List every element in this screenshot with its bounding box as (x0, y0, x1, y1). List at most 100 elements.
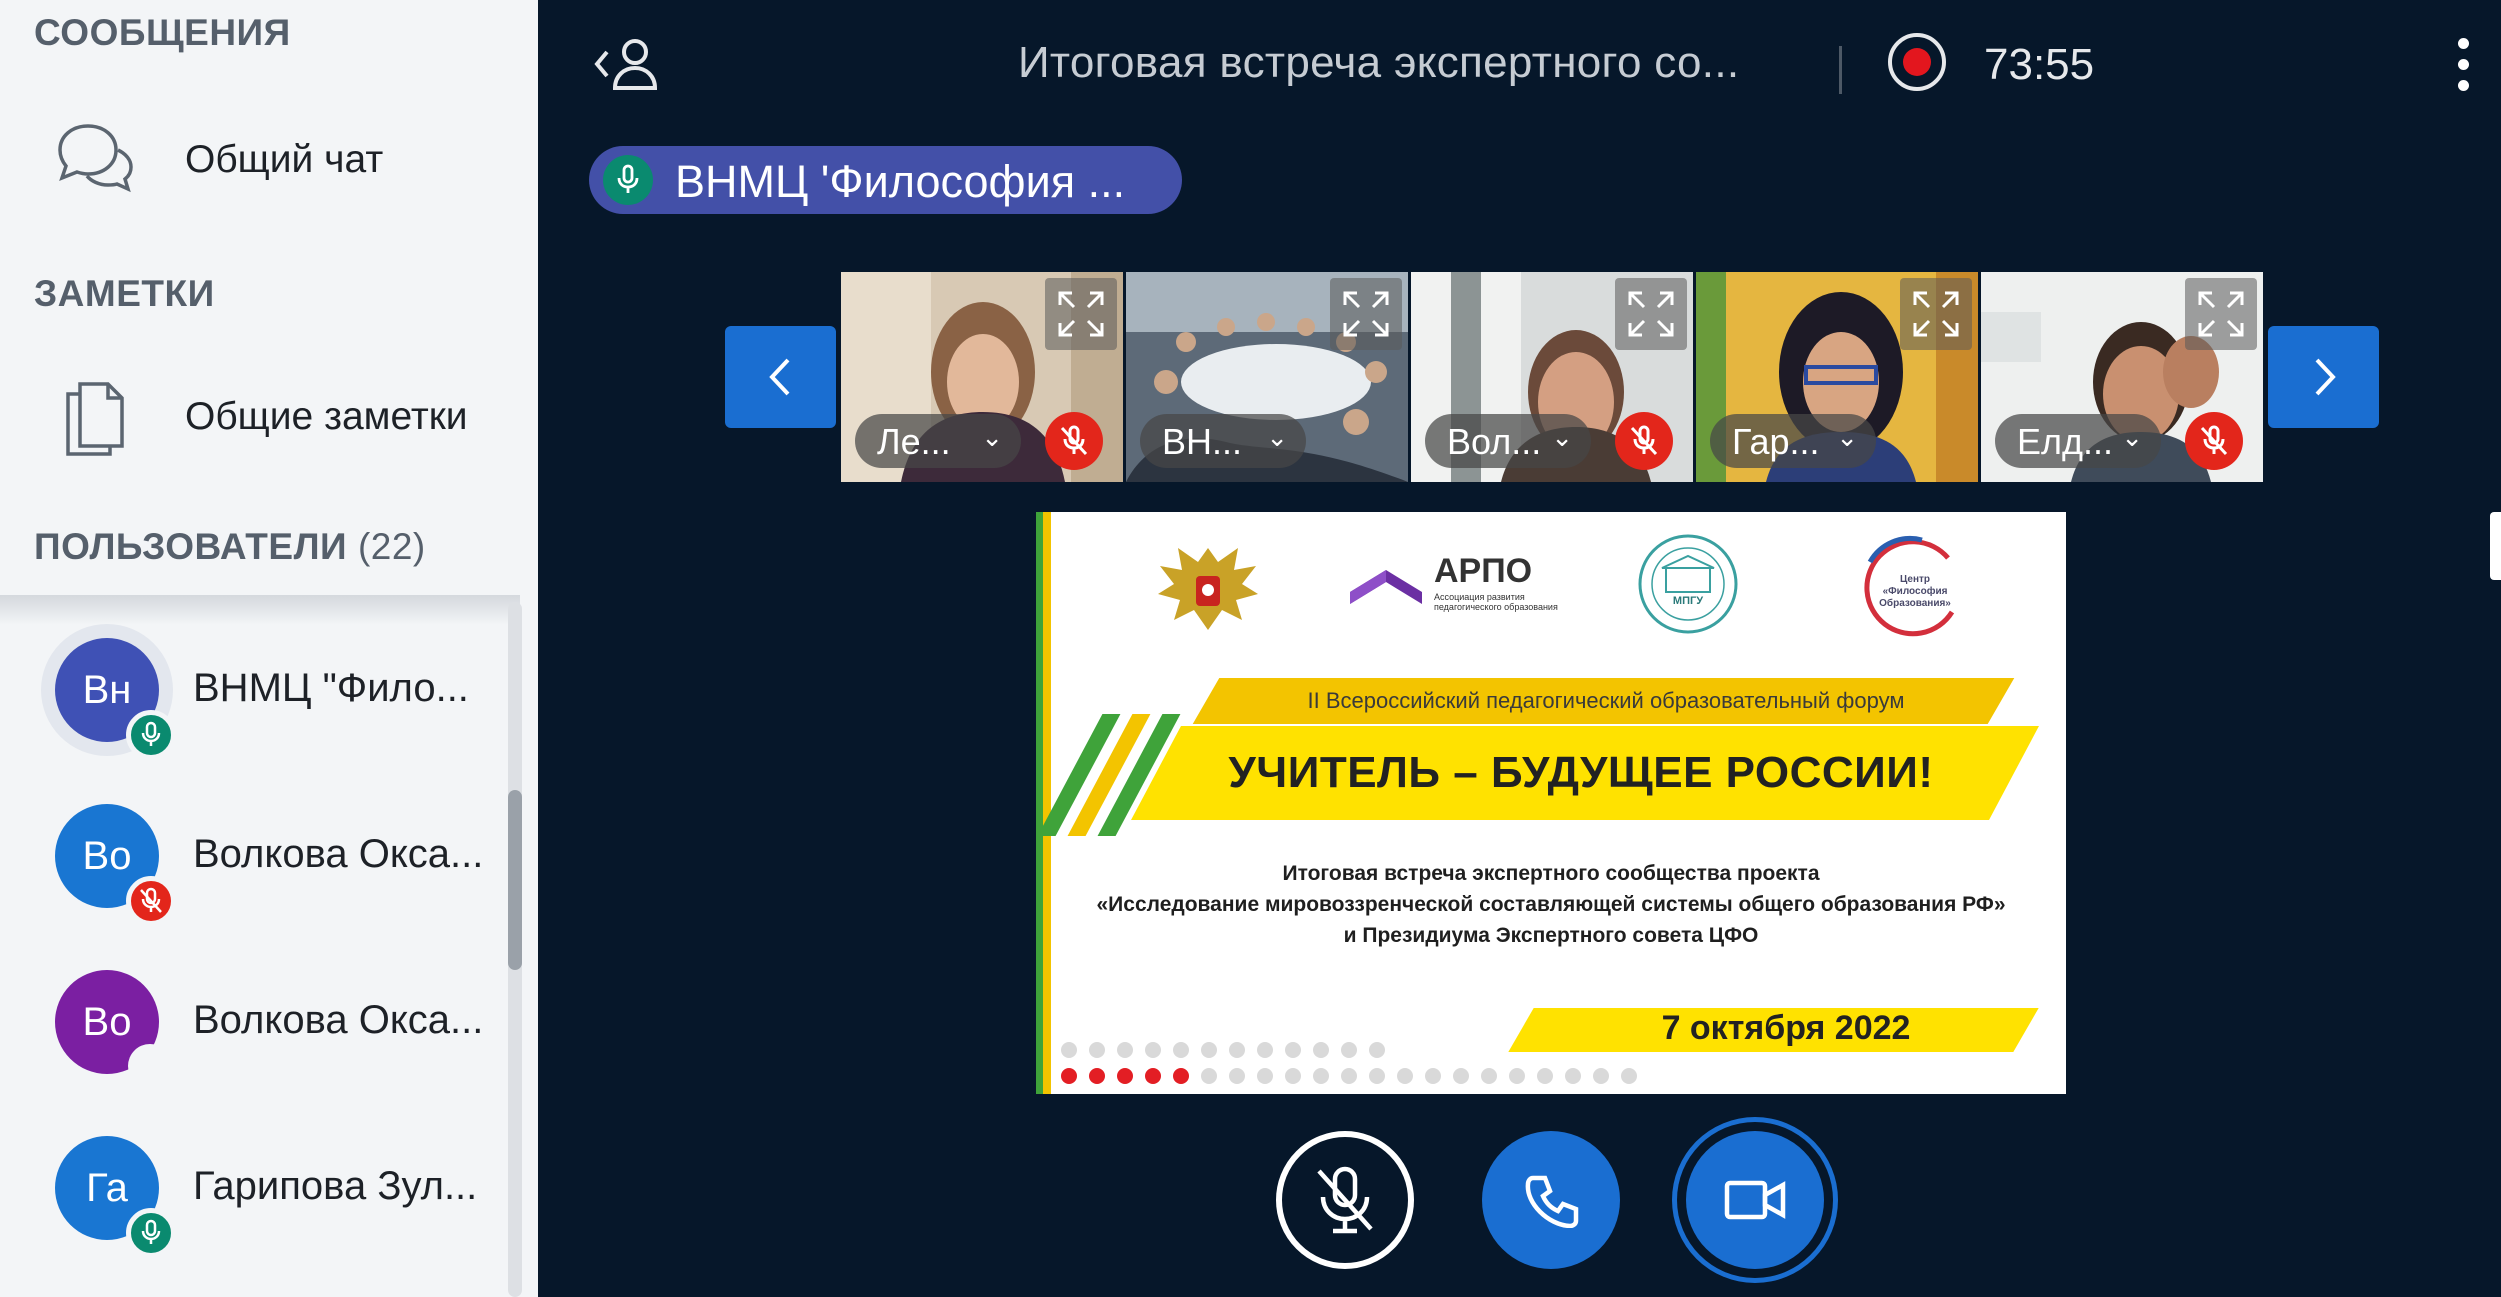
decor-dots (1051, 1042, 1651, 1092)
chevron-down-icon: ⌄ (1836, 422, 1858, 452)
decor-dot (1117, 1042, 1133, 1058)
more-options-icon[interactable] (2453, 38, 2473, 94)
user-name: Волкова Окса... (193, 998, 484, 1042)
decor-dot (1257, 1068, 1273, 1084)
chevron-right-icon (2315, 358, 2336, 396)
user-name: Гарипова Зул... (193, 1164, 478, 1208)
previous-video-button[interactable] (725, 326, 836, 428)
slide-accent-stripe (1043, 512, 1051, 1094)
decor-dot (1621, 1068, 1637, 1084)
video-tile[interactable]: Елд... ⌄ (1981, 272, 2263, 482)
user-name: Волкова Окса... (193, 832, 484, 876)
video-tile[interactable]: Ле... ⌄ (841, 272, 1123, 482)
fullscreen-icon[interactable] (1330, 278, 1402, 350)
shared-notes-label: Общие заметки (185, 395, 468, 438)
user-name: ВНМЦ "Фило... (193, 666, 469, 710)
avatar-initials: Во (82, 999, 132, 1044)
decor-dot (1229, 1042, 1245, 1058)
next-video-button[interactable] (2268, 326, 2379, 428)
decor-dot (1201, 1042, 1217, 1058)
notes-section-title: ЗАМЕТКИ (34, 273, 215, 314)
participant-name: Ле... (877, 421, 951, 462)
decor-dot (1593, 1068, 1609, 1084)
mic-muted-icon (1045, 412, 1103, 470)
arpo-logo: АРПО Ассоциация развития педагогического… (1346, 552, 1576, 632)
avatar-initials: Во (82, 833, 132, 878)
decor-dot (1425, 1068, 1441, 1084)
mic-muted-icon (126, 876, 176, 926)
decor-dot (1369, 1068, 1385, 1084)
presentation-slide: АРПО Ассоциация развития педагогического… (1036, 512, 2066, 1094)
decor-dot (1061, 1042, 1077, 1058)
public-chat-label: Общий чат (185, 138, 384, 181)
decor-dot (1285, 1042, 1301, 1058)
participant-name-menu[interactable]: Гар... ⌄ (1710, 414, 1876, 468)
mpgu-label: МПГУ (1672, 595, 1704, 607)
user-list-item[interactable]: Га Гарипова Зул... (0, 1106, 510, 1272)
arpo-title: АРПО (1434, 552, 1533, 590)
participant-name-menu[interactable]: Елд... ⌄ (1995, 414, 2161, 468)
decor-dot (1537, 1068, 1553, 1084)
video-tile[interactable]: ВН... ⌄ (1126, 272, 1408, 482)
recording-timer: 73:55 (1984, 40, 2095, 89)
participant-name-menu[interactable]: Ле... ⌄ (855, 414, 1021, 468)
decor-dot (1481, 1068, 1497, 1084)
fullscreen-icon[interactable] (1615, 278, 1687, 350)
mic-on-icon (126, 1208, 176, 1258)
cfo-text: Центр «Философия Образования» (1879, 574, 1951, 609)
users-title-text: ПОЛЬЗОВАТЕЛИ (34, 526, 348, 567)
scrollbar-thumb[interactable] (508, 790, 522, 970)
user-list-item[interactable]: Во Волкова Окса... (0, 940, 510, 1106)
arpo-mark-icon (1350, 570, 1422, 604)
decor-dot (1369, 1042, 1385, 1058)
description-line: «Исследование мировоззренческой составля… (1096, 893, 2006, 916)
user-list-item[interactable]: Во Волкова Окса... (0, 774, 510, 940)
decor-dot (1145, 1068, 1161, 1084)
description-line: Итоговая встреча экспертного сообщества … (1282, 862, 1820, 885)
mic-on-icon (603, 155, 653, 205)
decor-dot (1061, 1068, 1077, 1084)
philosophy-center-logo: Центр «Философия Образования» (1852, 528, 1970, 640)
toggle-user-list-button[interactable] (593, 32, 673, 96)
shared-notes-item[interactable]: Общие заметки (0, 357, 538, 477)
participant-name-menu[interactable]: Вол... ⌄ (1425, 414, 1591, 468)
mic-on-icon (126, 710, 176, 760)
users-section-title: ПОЛЬЗОВАТЕЛИ (22) (34, 526, 426, 568)
arpo-subtitle: Ассоциация развития педагогического обра… (1434, 592, 1558, 612)
participant-name-menu[interactable]: ВН... ⌄ (1140, 414, 1306, 468)
messages-section-title: СООБЩЕНИЯ (34, 12, 291, 53)
decor-dot (1313, 1068, 1329, 1084)
decor-dot (1341, 1042, 1357, 1058)
decor-dot (1341, 1068, 1357, 1084)
participant-name: Елд... (2017, 421, 2114, 462)
leave-audio-button[interactable] (1482, 1131, 1620, 1269)
decor-dot (1089, 1042, 1105, 1058)
chevron-down-icon: ⌄ (981, 422, 1003, 452)
participant-name: Вол... (1447, 421, 1542, 462)
mic-muted-icon (1615, 412, 1673, 470)
mute-microphone-button[interactable] (1276, 1131, 1414, 1269)
public-chat-item[interactable]: Общий чат (0, 100, 538, 220)
participant-name: ВН... (1162, 421, 1243, 462)
chat-icon (50, 115, 140, 205)
side-panel-tab[interactable] (2490, 512, 2501, 580)
fullscreen-icon[interactable] (1045, 278, 1117, 350)
avatar-initials: Га (86, 1165, 128, 1210)
current-speaker-indicator[interactable]: ВНМЦ 'Философия ... (589, 146, 1182, 214)
mic-muted-icon (2185, 412, 2243, 470)
record-icon[interactable] (1888, 33, 1946, 91)
video-tile[interactable]: Вол... ⌄ (1411, 272, 1693, 482)
fullscreen-icon[interactable] (2185, 278, 2257, 350)
avatar-initials: Вн (82, 667, 132, 712)
decor-dot (1117, 1068, 1133, 1084)
user-list-item[interactable]: Вн ВНМЦ "Фило... (0, 608, 510, 774)
fullscreen-icon[interactable] (1900, 278, 1972, 350)
decor-dot (1509, 1068, 1525, 1084)
decor-dot (1313, 1042, 1329, 1058)
share-webcam-button[interactable] (1686, 1131, 1824, 1269)
description-line: и Президиума Экспертного совета ЦФО (1343, 924, 1759, 947)
current-speaker-name: ВНМЦ 'Философия ... (675, 156, 1126, 207)
avatar-cutout (128, 1044, 172, 1088)
meeting-area: Итоговая встреча экспертного со... 73:55… (538, 0, 2501, 1297)
video-tile[interactable]: Гар... ⌄ (1696, 272, 1978, 482)
